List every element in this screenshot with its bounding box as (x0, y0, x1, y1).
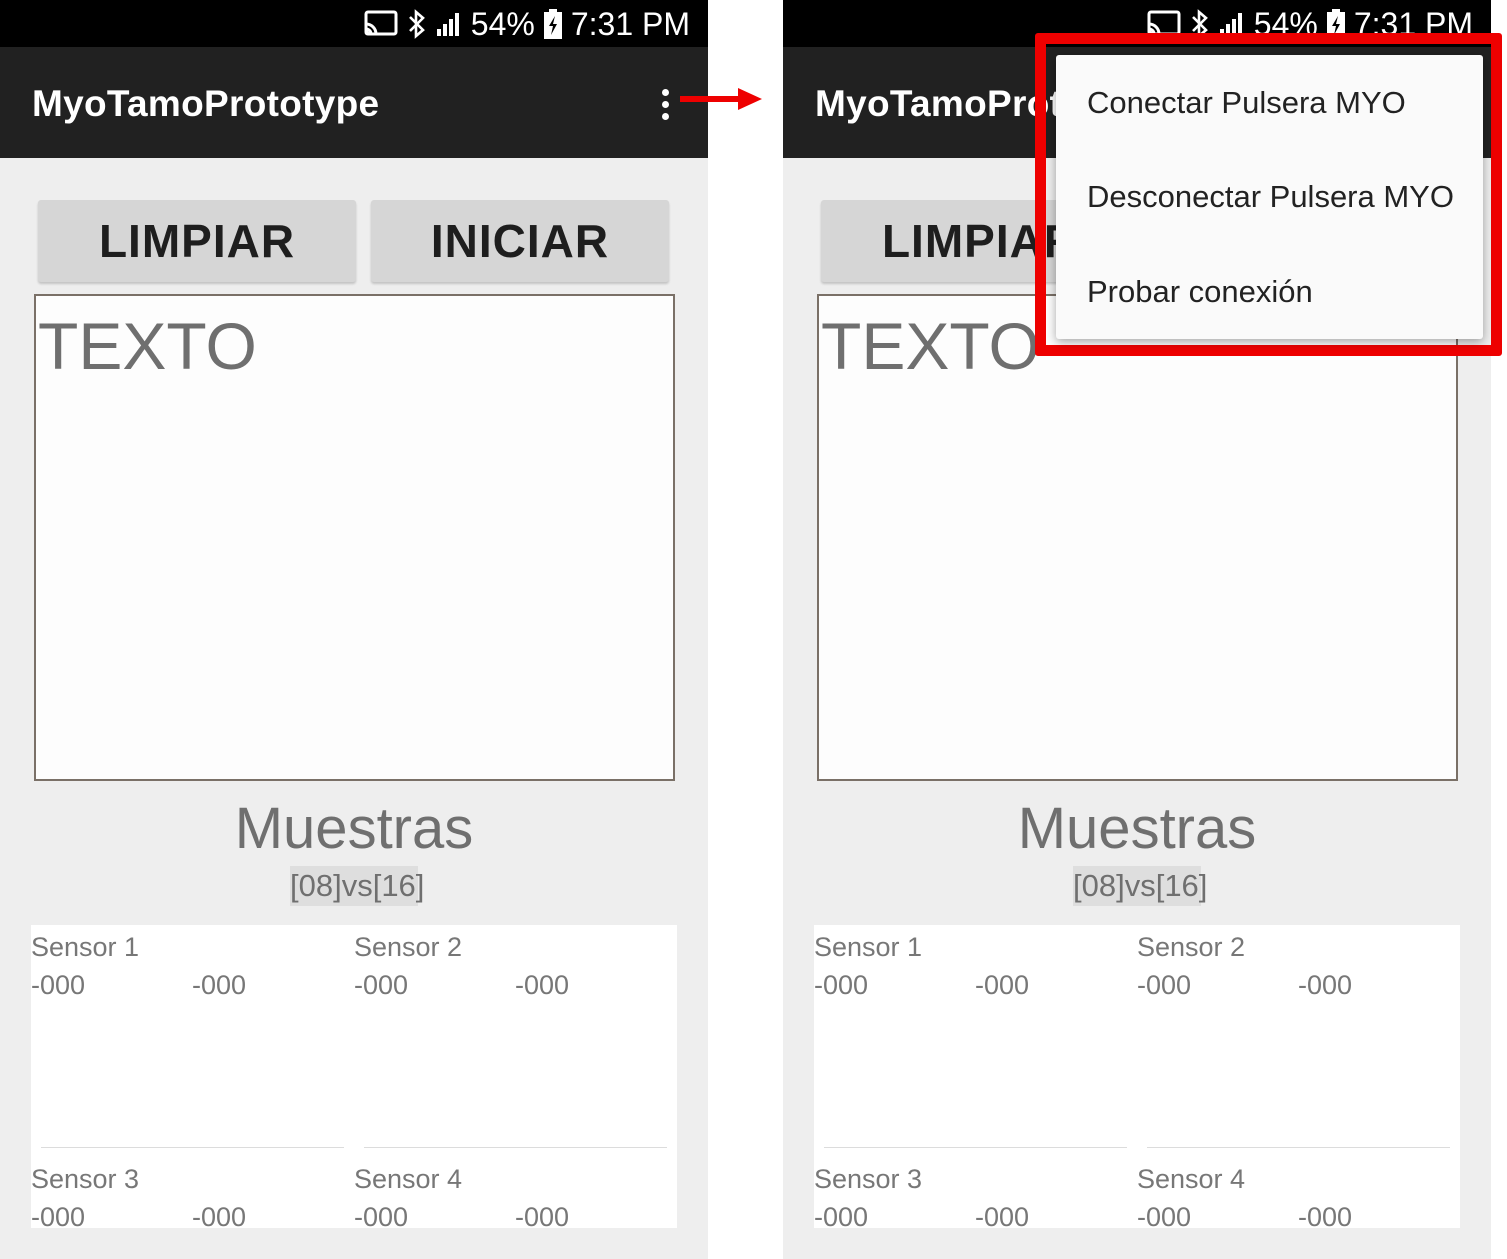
battery-charging-icon (543, 9, 562, 39)
text-area[interactable]: TEXTO (817, 294, 1458, 781)
sensor-2: Sensor 2 -000 -000 (1137, 927, 1437, 1003)
sensor-4: Sensor 4 -000 -000 (354, 1159, 654, 1235)
sensor-3: Sensor 3 -000 -000 (814, 1159, 1114, 1235)
start-button[interactable]: INICIAR (371, 200, 669, 282)
sensor-value: -000 (515, 970, 570, 1000)
divider (364, 1147, 667, 1148)
sensor-2: Sensor 2 -000 -000 (354, 927, 654, 1003)
sensor-value: -000 (31, 1202, 86, 1232)
sensor-value: -000 (354, 970, 409, 1000)
signal-icon (436, 13, 459, 36)
status-bar: 54% 7:31 PM (0, 0, 708, 47)
cast-icon (364, 10, 398, 36)
sensor-value: -000 (1137, 1202, 1192, 1232)
divider (41, 1147, 344, 1148)
text-area-placeholder: TEXTO (38, 309, 257, 383)
sensor-value: -000 (1137, 970, 1192, 1000)
sensor-panel: Sensor 1 -000 -000 Sensor 2 -000 -000 Se… (31, 925, 677, 1232)
sensor-value: -000 (1298, 1202, 1353, 1232)
sensor-panel: Sensor 1 -000 -000 Sensor 2 -000 -000 Se… (814, 925, 1460, 1232)
sensor-value: -000 (975, 970, 1030, 1000)
sensor-value: -000 (192, 970, 247, 1000)
menu-item-disconnect[interactable]: Desconectar Pulsera MYO (1087, 167, 1454, 227)
menu-item-test-connection[interactable]: Probar conexión (1087, 262, 1313, 322)
sensor-3: Sensor 3 -000 -000 (31, 1159, 331, 1235)
sensor-name: Sensor 3 (814, 1164, 923, 1194)
sample-ratio: [08]vs[16] (290, 866, 424, 906)
text-area[interactable]: TEXTO (34, 294, 675, 781)
text-area-placeholder: TEXTO (821, 309, 1040, 383)
sensor-name: Sensor 4 (354, 1164, 463, 1194)
sensor-value: -000 (975, 1202, 1030, 1232)
sensor-name: Sensor 1 (814, 932, 923, 962)
overflow-popup-menu: Conectar Pulsera MYO Desconectar Pulsera… (1056, 55, 1483, 339)
divider (1147, 1147, 1450, 1148)
samples-title: Muestras (234, 796, 474, 861)
arrow-right-icon (680, 88, 762, 110)
sensor-value: -000 (31, 970, 86, 1000)
sample-ratio: [08]vs[16] (1073, 866, 1207, 906)
clear-button[interactable]: LIMPIAR (38, 200, 356, 282)
sensor-name: Sensor 2 (1137, 932, 1246, 962)
sensor-value: -000 (814, 970, 869, 1000)
sensor-name: Sensor 2 (354, 932, 463, 962)
samples-title: Muestras (1017, 796, 1257, 861)
clock: 7:31 PM (570, 5, 690, 42)
divider (824, 1147, 1127, 1148)
sensor-value: -000 (515, 1202, 570, 1232)
menu-item-connect[interactable]: Conectar Pulsera MYO (1087, 73, 1406, 133)
sensor-name: Sensor 1 (31, 932, 140, 962)
app-title: MyoTamoPrototype (32, 83, 380, 124)
sensor-value: -000 (354, 1202, 409, 1232)
screen-before: 54% 7:31 PM MyoTamoPrototype LIMPIAR INI… (0, 0, 708, 1259)
sensor-value: -000 (1298, 970, 1353, 1000)
sensor-value: -000 (192, 1202, 247, 1232)
sensor-1: Sensor 1 -000 -000 (814, 927, 1114, 1003)
sensor-value: -000 (814, 1202, 869, 1232)
bluetooth-icon (408, 9, 425, 39)
battery-percent: 54% (470, 5, 535, 42)
sensor-name: Sensor 3 (31, 1164, 140, 1194)
sensor-name: Sensor 4 (1137, 1164, 1246, 1194)
overflow-menu-icon[interactable] (648, 80, 682, 128)
sensor-1: Sensor 1 -000 -000 (31, 927, 331, 1003)
sensor-4: Sensor 4 -000 -000 (1137, 1159, 1437, 1235)
